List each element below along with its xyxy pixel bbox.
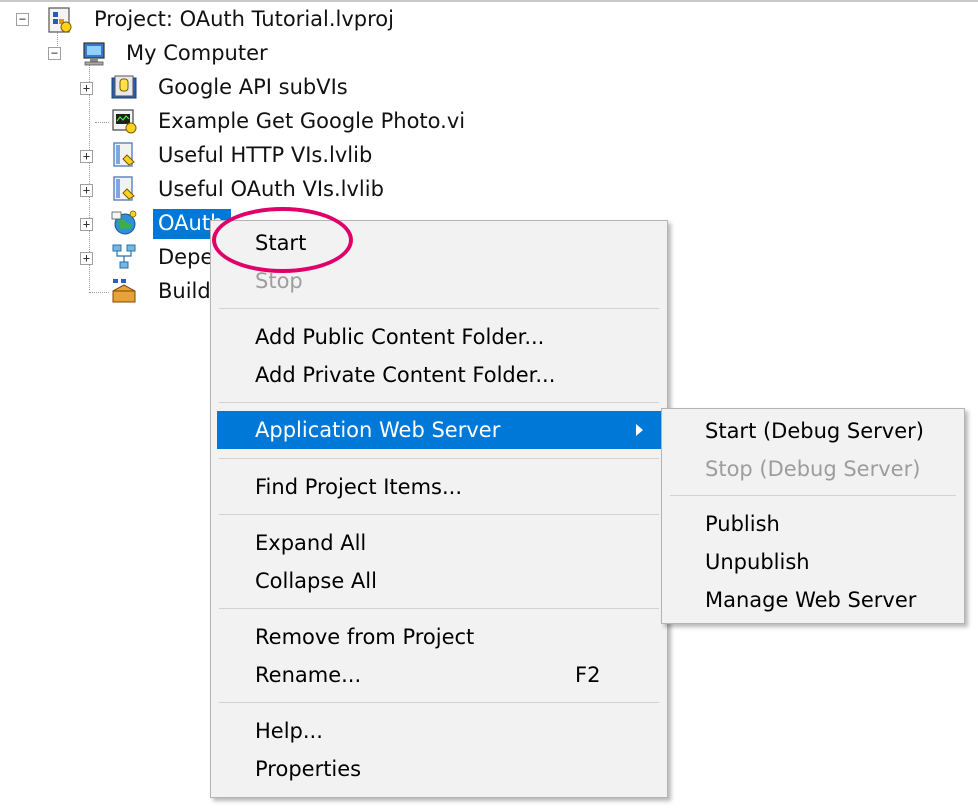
top-border [0,0,978,2]
menu-item-find-project-items[interactable]: Find Project Items... [255,468,462,506]
menu-item-app-web-server[interactable]: Application Web Server [255,411,500,449]
vi-icon [110,107,138,139]
menu-separator [219,702,659,703]
submenu-item-manage-web-server[interactable]: Manage Web Server [705,581,916,619]
menu-item-help[interactable]: Help... [255,712,323,750]
submenu-item-start-debug[interactable]: Start (Debug Server) [705,412,924,450]
library-icon [110,141,138,173]
tree-item-example-vi[interactable]: Example Get Google Photo.vi [158,106,465,136]
tree-item-google-api[interactable]: Google API subVIs [158,72,348,102]
library-icon [110,175,138,207]
expand-dependencies-toggle[interactable]: + [80,252,93,265]
project-icon [46,6,74,38]
expand-oauth-lib-toggle[interactable]: + [80,184,93,197]
expand-oauth-service-toggle[interactable]: + [80,218,93,231]
menu-item-add-public-folder[interactable]: Add Public Content Folder... [255,318,544,356]
expand-google-api-toggle[interactable]: + [80,82,93,95]
menu-item-remove-from-project[interactable]: Remove from Project [255,618,474,656]
submenu-item-unpublish[interactable]: Unpublish [705,543,810,581]
collapse-computer-toggle[interactable]: − [48,47,61,60]
build-specifications-icon [110,277,138,309]
project-label[interactable]: Project: OAuth Tutorial.lvproj [94,4,394,34]
annotation-circle [212,207,353,273]
web-server-submenu: Start (Debug Server) Stop (Debug Server)… [661,408,965,624]
menu-separator [219,514,659,515]
tree-item-http-lib[interactable]: Useful HTTP VIs.lvlib [158,140,372,170]
menu-item-collapse-all[interactable]: Collapse All [255,562,377,600]
tree-line [89,292,109,293]
computer-icon [80,40,108,72]
rename-shortcut: F2 [575,663,601,687]
expand-http-lib-toggle[interactable]: + [80,150,93,163]
tree-line [95,122,109,123]
submenu-item-stop-debug: Stop (Debug Server) [705,457,921,481]
menu-separator [219,458,659,459]
tree-item-oauth-lib[interactable]: Useful OAuth VIs.lvlib [158,174,384,204]
menu-separator [219,608,659,609]
web-service-icon [110,209,138,241]
menu-item-add-private-folder[interactable]: Add Private Content Folder... [255,356,555,394]
menu-separator [219,308,659,309]
collapse-project-toggle[interactable]: − [16,13,29,26]
tree-item-dependencies[interactable]: Dependencies [158,242,210,272]
menu-separator [219,402,659,403]
menu-item-expand-all[interactable]: Expand All [255,524,366,562]
context-menu: Start Stop Add Public Content Folder... … [210,220,668,798]
project-explorer-screenshot: − Project: OAuth Tutorial.lvproj − My Co… [0,0,978,808]
dependencies-icon [110,243,138,275]
tree-item-build-specs[interactable]: Build Specifications [158,276,210,306]
computer-label[interactable]: My Computer [126,38,268,68]
menu-item-rename[interactable]: Rename... [255,656,361,694]
menu-separator [670,495,956,496]
submenu-item-publish[interactable]: Publish [705,505,780,543]
submenu-arrow-icon [636,424,643,436]
folder-vi-icon [110,73,138,105]
menu-item-properties[interactable]: Properties [255,750,361,788]
